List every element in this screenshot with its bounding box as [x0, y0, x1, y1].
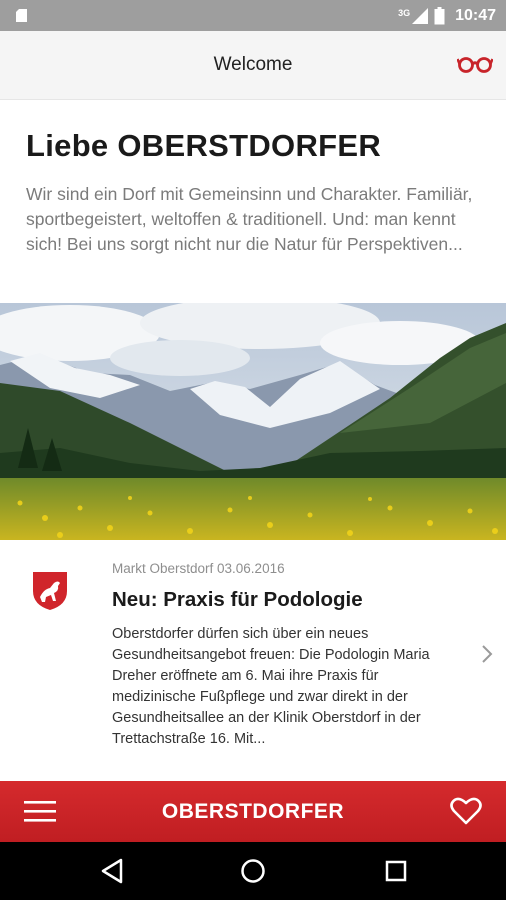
mountain-valley-photo	[0, 303, 506, 540]
hero-image[interactable]	[0, 303, 506, 540]
clock: 10:47	[455, 6, 496, 24]
back-icon[interactable]	[97, 856, 127, 886]
battery-icon	[434, 6, 445, 24]
bottom-brand-bar: OBERSTDORFER	[0, 781, 506, 842]
intro-text: Wir sind ein Dorf mit Gemeinsinn und Cha…	[26, 184, 473, 254]
home-icon[interactable]	[238, 856, 268, 886]
intro-heading: Liebe OBERSTDORFER	[26, 128, 382, 163]
signal-icon	[412, 7, 429, 24]
crest-icon	[33, 572, 67, 610]
network-type-label: 3G	[398, 7, 411, 18]
app-bar: Welcome	[0, 31, 506, 100]
news-excerpt: Oberstdorfer dürfen sich über ein neues …	[112, 626, 430, 747]
heart-icon[interactable]	[450, 797, 482, 825]
status-right-group: 3G 10:47	[398, 0, 496, 31]
news-source-date: Markt Oberstdorf 03.06.2016	[112, 561, 285, 576]
page-title: Welcome	[213, 54, 293, 75]
system-nav-bar	[0, 842, 506, 900]
notification-icon	[16, 9, 27, 22]
intro-section: Liebe OBERSTDORFER Wir sind ein Dorf mit…	[0, 100, 506, 303]
brand-logo: OBERSTDORFER	[161, 800, 345, 823]
chevron-right-icon[interactable]	[480, 643, 494, 665]
news-list-item[interactable]: Markt Oberstdorf 03.06.2016 Neu: Praxis …	[0, 540, 506, 780]
recents-icon[interactable]	[381, 856, 411, 886]
status-bar: 3G 10:47	[0, 0, 506, 31]
news-title: Neu: Praxis für Podologie	[112, 588, 363, 611]
glasses-icon[interactable]	[457, 53, 493, 75]
